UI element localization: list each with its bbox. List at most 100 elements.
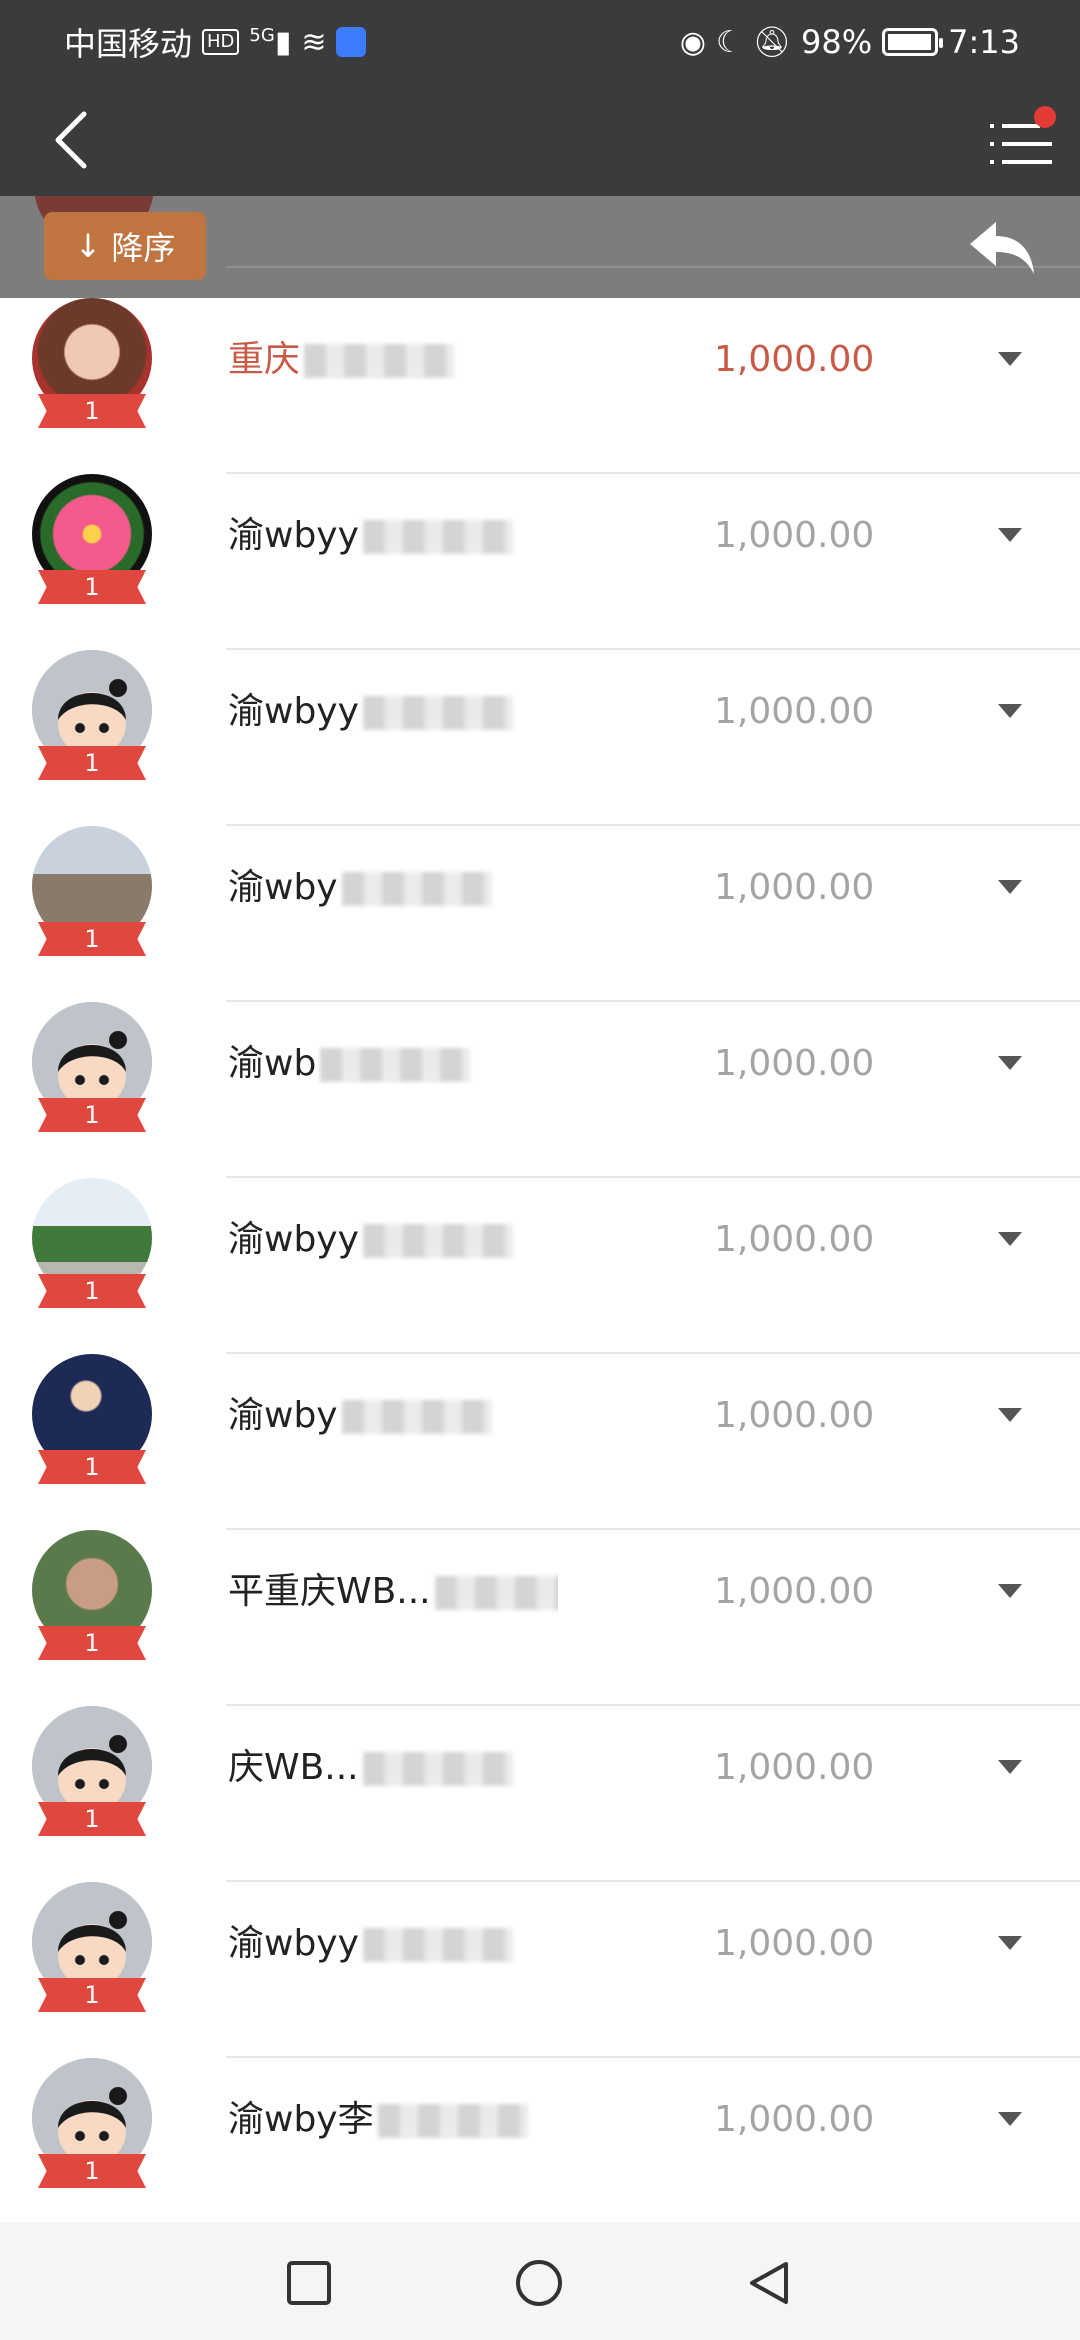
caret-down-icon[interactable]: [998, 352, 1022, 366]
member-name: 渝wb: [228, 1002, 558, 1126]
rank-badge: 1: [38, 1978, 146, 2012]
redacted-name-part: [362, 520, 513, 554]
circle-icon: [516, 2260, 562, 2306]
amount-value: 1,000.00: [714, 2099, 875, 2140]
member-name: 渝wby: [228, 1354, 558, 1478]
rank-badge: 1: [38, 394, 146, 428]
signal-icon: 5G▮: [249, 24, 292, 60]
redacted-name-part: [304, 344, 455, 378]
menu-button[interactable]: [986, 106, 1056, 176]
caret-down-icon[interactable]: [998, 880, 1022, 894]
avatar-container: 1: [30, 826, 154, 962]
member-name: 渝wbyy: [228, 650, 558, 774]
status-bar: 中国移动 HD 5G▮ ≋ ◉ ☾ 🔕︎ 98% 7:13: [0, 0, 1080, 84]
rank-badge: 1: [38, 922, 146, 956]
redacted-name-part: [362, 1928, 513, 1962]
list-item[interactable]: 1 渝wbyy 1,000.00: [0, 474, 1080, 650]
reply-button[interactable]: [966, 216, 1038, 280]
redacted-name-part: [362, 1224, 513, 1258]
back-button[interactable]: [44, 106, 104, 174]
caret-down-icon[interactable]: [998, 1936, 1022, 1950]
battery-percent: 98%: [801, 23, 873, 61]
caret-down-icon[interactable]: [998, 1056, 1022, 1070]
clock: 7:13: [948, 23, 1020, 61]
rank-badge: 1: [38, 1450, 146, 1484]
amount-value: 1,000.00: [714, 339, 875, 380]
hd-badge: HD: [202, 29, 240, 55]
caret-down-icon[interactable]: [998, 1408, 1022, 1422]
member-name-text: 渝wby李: [228, 2099, 374, 2140]
amount-value: 1,000.00: [714, 867, 875, 908]
amount-value: 1,000.00: [714, 515, 875, 556]
rank-badge: 1: [38, 1098, 146, 1132]
member-name-text: 渝wbyy: [228, 691, 359, 732]
arrow-down-icon: ↓: [74, 227, 102, 265]
avatar-container: 1: [30, 2058, 154, 2194]
avatar-container: 1: [30, 1002, 154, 1138]
list-item[interactable]: 1 渝wby 1,000.00: [0, 1354, 1080, 1530]
system-nav-bar: [0, 2222, 1080, 2340]
list-item[interactable]: 1 渝wbyy 1,000.00: [0, 650, 1080, 826]
nav-back-button[interactable]: [744, 2258, 794, 2308]
list-item[interactable]: 1 渝wb 1,000.00: [0, 1002, 1080, 1178]
list-item[interactable]: 1 渝wbyy 1,000.00: [0, 1178, 1080, 1354]
amount-value: 1,000.00: [714, 1395, 875, 1436]
member-name-text: 渝wby: [228, 867, 338, 908]
bell-off-icon: 🔕︎: [752, 24, 792, 60]
list-item[interactable]: 1 渝wby李 1,000.00: [0, 2058, 1080, 2234]
member-name: 渝wby李: [228, 2058, 558, 2182]
member-name: 平重庆WB...: [228, 1530, 558, 1654]
member-name-text: 渝wbyy: [228, 1923, 359, 1964]
caret-down-icon[interactable]: [998, 1232, 1022, 1246]
battery-level: [888, 34, 932, 50]
list-item[interactable]: 1 重庆 1,000.00: [0, 298, 1080, 474]
home-button[interactable]: [514, 2258, 564, 2308]
avatar-container: 1: [30, 474, 154, 610]
eye-icon: ◉: [679, 24, 707, 60]
rank-badge: 1: [38, 746, 146, 780]
sort-label: 降序: [111, 229, 176, 267]
member-name: 重庆: [228, 298, 558, 422]
moon-icon: ☾: [716, 24, 743, 60]
list-item[interactable]: 1 渝wbyy 1,000.00: [0, 1882, 1080, 2058]
list-item[interactable]: 1 庆WB... 1,000.00: [0, 1706, 1080, 1882]
member-name-text: 渝wby: [228, 1395, 338, 1436]
redacted-name-part: [377, 2104, 528, 2138]
app-notification-icon: [336, 27, 367, 57]
rank-badge: 1: [38, 1274, 146, 1308]
caret-down-icon[interactable]: [998, 1760, 1022, 1774]
member-name-text: 渝wbyy: [228, 1219, 359, 1260]
amount-value: 1,000.00: [714, 1571, 875, 1612]
title-bar: [0, 84, 1080, 196]
avatar-container: 1: [30, 1178, 154, 1314]
rank-badge: 1: [38, 1802, 146, 1836]
reply-icon: [970, 222, 1034, 274]
caret-down-icon[interactable]: [998, 528, 1022, 542]
member-name-text: 重庆: [228, 339, 301, 380]
member-name-text: 渝wb: [228, 1043, 317, 1084]
rank-badge: 1: [38, 1626, 146, 1660]
redacted-name-part: [362, 1752, 513, 1786]
triangle-back-icon: [750, 2262, 788, 2304]
redacted-name-part: [320, 1048, 471, 1082]
recents-button[interactable]: [284, 2258, 334, 2308]
chevron-left-icon: [55, 111, 87, 169]
caret-down-icon[interactable]: [998, 1584, 1022, 1598]
avatar-container: 1: [30, 1530, 154, 1666]
amount-value: 1,000.00: [714, 691, 875, 732]
sort-descending-button[interactable]: ↓ 降序: [44, 212, 206, 280]
avatar-container: 1: [30, 1882, 154, 2018]
sort-bar: ↓ 降序: [0, 196, 1080, 298]
amount-value: 1,000.00: [714, 1923, 875, 1964]
member-name-text: 庆WB...: [228, 1747, 359, 1788]
caret-down-icon[interactable]: [998, 704, 1022, 718]
member-name: 渝wbyy: [228, 1882, 558, 2006]
redacted-name-part: [341, 1400, 492, 1434]
member-name-text: 平重庆WB...: [228, 1571, 431, 1612]
avatar-container: 1: [30, 298, 154, 434]
list-item[interactable]: 1 渝wby 1,000.00: [0, 826, 1080, 1002]
amount-value: 1,000.00: [714, 1219, 875, 1260]
list-item[interactable]: 1 平重庆WB... 1,000.00: [0, 1530, 1080, 1706]
caret-down-icon[interactable]: [998, 2112, 1022, 2126]
rank-badge: 1: [38, 570, 146, 604]
